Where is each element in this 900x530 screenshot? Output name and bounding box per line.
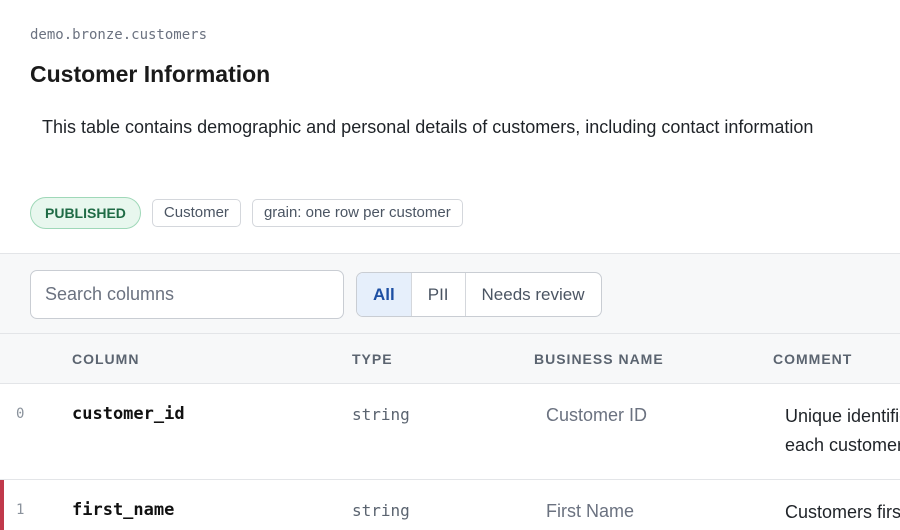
table-description: This table contains demographic and pers… xyxy=(42,117,814,137)
columns-table-header: COLUMN TYPE BUSINESS NAME COMMENT xyxy=(0,334,900,384)
row-index: 1 xyxy=(16,502,25,518)
page-title: Customer Information xyxy=(30,61,271,87)
column-toolbar: All PII Needs review xyxy=(0,253,900,334)
column-type: string xyxy=(352,501,410,520)
row-index: 0 xyxy=(16,406,25,422)
header-business-name: BUSINESS NAME xyxy=(534,351,664,367)
filter-needs-review-button[interactable]: Needs review xyxy=(466,273,601,316)
header-column: COLUMN xyxy=(72,351,140,367)
column-comment[interactable]: Customers first name xyxy=(785,498,900,530)
domain-tag[interactable]: Customer xyxy=(151,199,241,227)
table-header: demo.bronze.customers Customer Informati… xyxy=(0,0,900,253)
filter-pii-button[interactable]: PII xyxy=(412,273,466,316)
column-filter-group: All PII Needs review xyxy=(356,272,602,317)
header-comment: COMMENT xyxy=(773,351,853,367)
business-name-field[interactable]: First Name xyxy=(546,501,634,522)
column-name[interactable]: first_name xyxy=(72,500,174,520)
column-name[interactable]: customer_id xyxy=(72,404,185,424)
header-type: TYPE xyxy=(352,351,393,367)
table-row[interactable]: 1 first_name string First Name Customers… xyxy=(0,480,900,530)
catalog-table-page: demo.bronze.customers Customer Informati… xyxy=(0,0,900,530)
table-path: demo.bronze.customers xyxy=(30,27,208,43)
column-type: string xyxy=(352,405,410,424)
badge-row: PUBLISHED Customer grain: one row per cu… xyxy=(30,197,463,229)
search-columns-input[interactable] xyxy=(30,270,344,319)
filter-all-button[interactable]: All xyxy=(357,273,412,316)
status-badge: PUBLISHED xyxy=(30,197,141,229)
grain-tag: grain: one row per customer xyxy=(251,199,463,227)
business-name-field[interactable]: Customer ID xyxy=(546,405,647,426)
column-comment[interactable]: Unique identifier for each customer. xyxy=(785,402,900,460)
table-row[interactable]: 0 customer_id string Customer ID Unique … xyxy=(0,384,900,480)
